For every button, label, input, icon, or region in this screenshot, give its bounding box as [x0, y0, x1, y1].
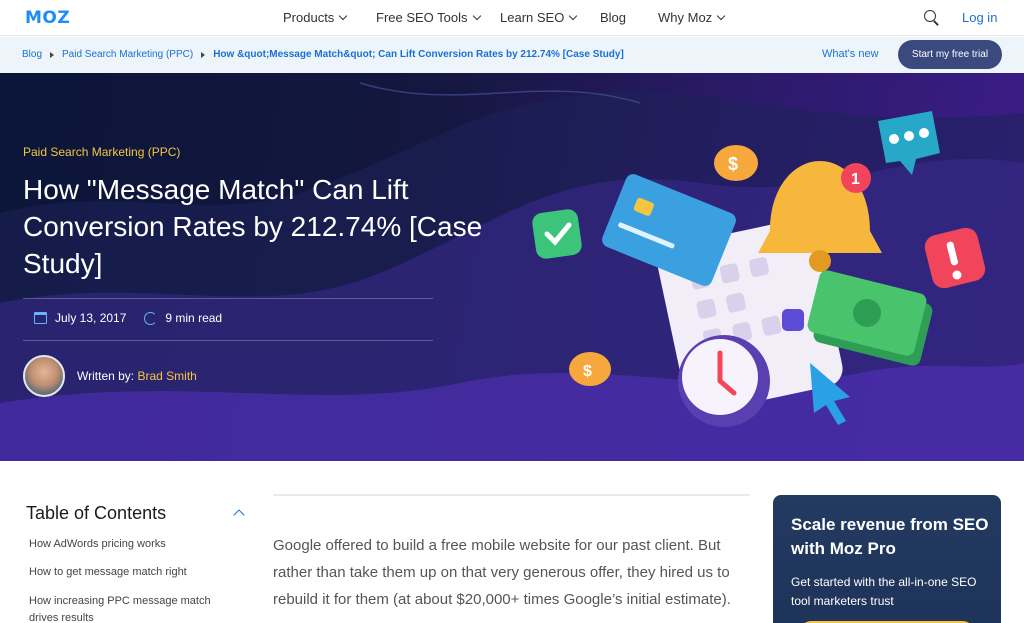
chevron-down-icon — [339, 11, 348, 21]
toc-item[interactable]: How to get message match right — [29, 564, 219, 581]
breadcrumb-current: How &quot;Message Match&quot; Can Lift C… — [213, 49, 624, 60]
coin-icon: $ — [569, 352, 611, 386]
chevron-down-icon — [716, 11, 726, 21]
written-by-label: Written by: — [77, 369, 135, 383]
meta-divider-top — [23, 298, 433, 299]
chat-bubble-icon — [878, 111, 940, 175]
article-title: How "Message Match" Can Lift Conversion … — [23, 174, 483, 279]
moz-pro-promo-card: Scale revenue from SEO with Moz Pro Get … — [773, 495, 1001, 623]
nav-blog[interactable]: Blog — [600, 10, 626, 25]
nav-blog-label: Blog — [600, 10, 627, 25]
moz-logo[interactable]: MOZ — [25, 8, 70, 28]
written-by: Written by: Brad Smith — [77, 369, 197, 383]
breadcrumb-bar: Blog Paid Search Marketing (PPC) How &qu… — [0, 37, 1024, 73]
chevron-down-icon — [472, 11, 481, 21]
article-divider — [273, 494, 750, 496]
nav-free-seo-tools-label: Free SEO Tools — [376, 10, 468, 25]
toc-item[interactable]: How increasing PPC message match drives … — [29, 593, 219, 623]
promo-title: Scale revenue from SEO with Moz Pro — [791, 515, 989, 558]
start-free-trial-button[interactable]: Start my free trial — [898, 40, 1002, 69]
notification-badge-count: 1 — [851, 171, 860, 188]
breadcrumb: Blog Paid Search Marketing (PPC) How &qu… — [22, 49, 624, 60]
nav-free-seo-tools[interactable]: Free SEO Tools — [376, 10, 481, 25]
nav-why-moz[interactable]: Why Moz — [658, 10, 726, 25]
hero-illustration: 1 $ $ — [532, 111, 986, 427]
article-category[interactable]: Paid Search Marketing (PPC) — [23, 145, 180, 159]
nav-why-moz-label: Why Moz — [658, 10, 713, 25]
article-intro: Google offered to build a free mobile we… — [273, 537, 731, 608]
breadcrumb-blog[interactable]: Blog — [22, 49, 42, 60]
nav-learn-seo-label: Learn SEO — [500, 10, 565, 25]
read-time: 9 min read — [165, 311, 223, 325]
coin-icon: $ — [714, 145, 758, 181]
meta-divider-bottom — [23, 340, 433, 341]
article-hero: Paid Search Marketing (PPC) How "Message… — [0, 73, 1024, 461]
login-link[interactable]: Log in — [962, 10, 997, 25]
alert-icon — [924, 227, 986, 289]
top-navigation: MOZ Products Free SEO Tools Learn SEO Bl… — [0, 0, 1024, 36]
whats-new-link[interactable]: What's new — [822, 48, 879, 60]
svg-text:$: $ — [728, 154, 738, 174]
clock-illustration-icon — [678, 335, 770, 427]
promo-subtitle: Get started with the all-in-one SEO tool… — [791, 575, 977, 608]
breadcrumb-separator-icon — [201, 51, 206, 58]
nav-products-label: Products — [283, 10, 335, 25]
clock-icon — [144, 311, 158, 325]
nav-learn-seo[interactable]: Learn SEO — [500, 10, 578, 25]
nav-products[interactable]: Products — [283, 10, 348, 25]
toc-title: Table of Contents — [26, 503, 167, 523]
author-name[interactable]: Brad Smith — [137, 369, 196, 383]
calendar-icon — [34, 312, 47, 324]
search-icon[interactable] — [924, 10, 940, 26]
author-byline: Written by: Brad Smith — [23, 355, 197, 397]
checkmark-icon — [532, 209, 582, 259]
chevron-up-icon[interactable] — [233, 509, 245, 521]
breadcrumb-separator-icon — [50, 51, 55, 58]
article-meta: July 13, 2017 9 min read — [34, 311, 222, 325]
chevron-down-icon — [569, 11, 578, 21]
toc-item[interactable]: How AdWords pricing works — [29, 536, 219, 553]
svg-text:$: $ — [583, 363, 592, 380]
avatar[interactable] — [23, 355, 65, 397]
breadcrumb-category[interactable]: Paid Search Marketing (PPC) — [62, 49, 193, 60]
publish-date: July 13, 2017 — [55, 311, 127, 325]
